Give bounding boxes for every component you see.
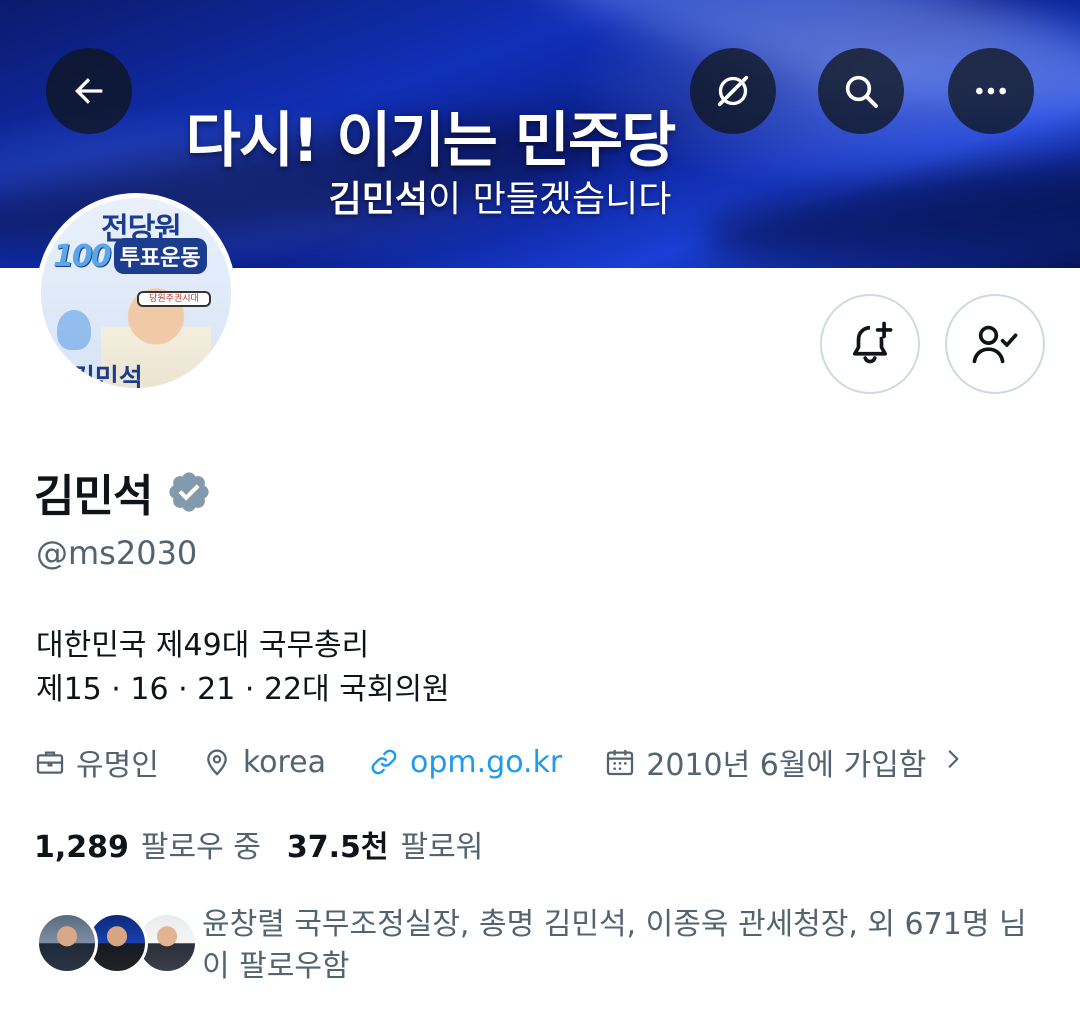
- location-pin-icon: [207, 749, 227, 776]
- avatar-number: 100: [53, 238, 112, 274]
- mutual-avatar: [36, 912, 98, 974]
- grok-button[interactable]: [690, 48, 776, 134]
- banner-fold: [697, 144, 1080, 268]
- banner-subtitle: 김민석이 만들겠습니다: [300, 170, 700, 222]
- calendar-icon: [607, 750, 634, 776]
- search-button[interactable]: [818, 48, 904, 134]
- mutual-avatars: [36, 912, 198, 976]
- profile-category: 유명인: [34, 740, 159, 784]
- follow-stats: 1,289 팔로우 중 37.5천 팔로워: [34, 822, 483, 866]
- website-text[interactable]: opm.go.kr: [410, 745, 562, 780]
- following-label[interactable]: 팔로우 중: [141, 822, 261, 866]
- bell-plus-icon: [852, 321, 893, 364]
- person-check-icon: [972, 325, 1018, 364]
- link-icon: [371, 749, 397, 775]
- profile-website-link[interactable]: opm.go.kr: [368, 745, 562, 780]
- profile-avatar[interactable]: 전당원 100 투표운동 당원주권시대 김민석: [36, 193, 236, 393]
- followers-you-know[interactable]: 윤창렬 국무조정실장, 총명 김민석, 이종욱 관세청장, 외 671명 님이 …: [36, 904, 1056, 994]
- following-count[interactable]: 1,289: [34, 830, 129, 865]
- joined-expand[interactable]: [940, 745, 966, 780]
- banner-sub-rest: 이 만들겠습니다: [428, 179, 672, 220]
- avatar-vote-text: 투표운동: [113, 238, 207, 274]
- notifications-button[interactable]: [820, 294, 920, 394]
- chevron-right-icon: [949, 749, 959, 768]
- arrow-left-icon: [75, 78, 103, 104]
- profile-bio: 대한민국 제49대 국무총리 제15 · 16 · 21 · 22대 국회의원: [36, 624, 450, 712]
- following-button[interactable]: [945, 294, 1045, 394]
- bio-line: 제15 · 16 · 21 · 22대 국회의원: [36, 672, 450, 707]
- profile-display-name: 김민석: [34, 460, 212, 524]
- followed-by-text[interactable]: 윤창렬 국무조정실장, 총명 김민석, 이종욱 관세청장, 외 671명 님이 …: [202, 904, 1052, 988]
- profile-joined-date[interactable]: 2010년 6월에 가입함: [604, 740, 926, 784]
- followers-label[interactable]: 팔로워: [400, 822, 483, 866]
- joined-text: 2010년 6월에 가입함: [646, 748, 927, 783]
- profile-meta-row: 유명인 korea opm.go.kr 2010년 6월에 가입함: [34, 740, 966, 784]
- grok-icon: [717, 75, 749, 107]
- more-horizontal-icon: [976, 87, 1006, 95]
- bio-line: 대한민국 제49대 국무총리: [36, 628, 370, 663]
- briefcase-icon: [36, 751, 64, 774]
- followers-count[interactable]: 37.5천: [287, 822, 389, 866]
- avatar-campaign-row: 100 투표운동: [53, 238, 231, 274]
- avatar-flag: [57, 310, 91, 350]
- category-text: 유명인: [76, 748, 159, 783]
- avatar-headband: 당원주권시대: [137, 291, 211, 307]
- banner-sub-name: 김민석: [328, 179, 429, 220]
- more-button[interactable]: [948, 48, 1034, 134]
- verified-badge-icon[interactable]: [166, 469, 212, 515]
- profile-handle: @ms2030: [36, 534, 198, 572]
- search-icon: [845, 75, 878, 108]
- avatar-name-text: 김민석: [71, 364, 143, 393]
- banner-headline: 다시! 이기는 민주당: [185, 106, 677, 176]
- profile-location: korea: [201, 745, 326, 780]
- back-button[interactable]: [46, 48, 132, 134]
- display-name-text: 김민석: [34, 471, 153, 522]
- location-text: korea: [242, 744, 326, 780]
